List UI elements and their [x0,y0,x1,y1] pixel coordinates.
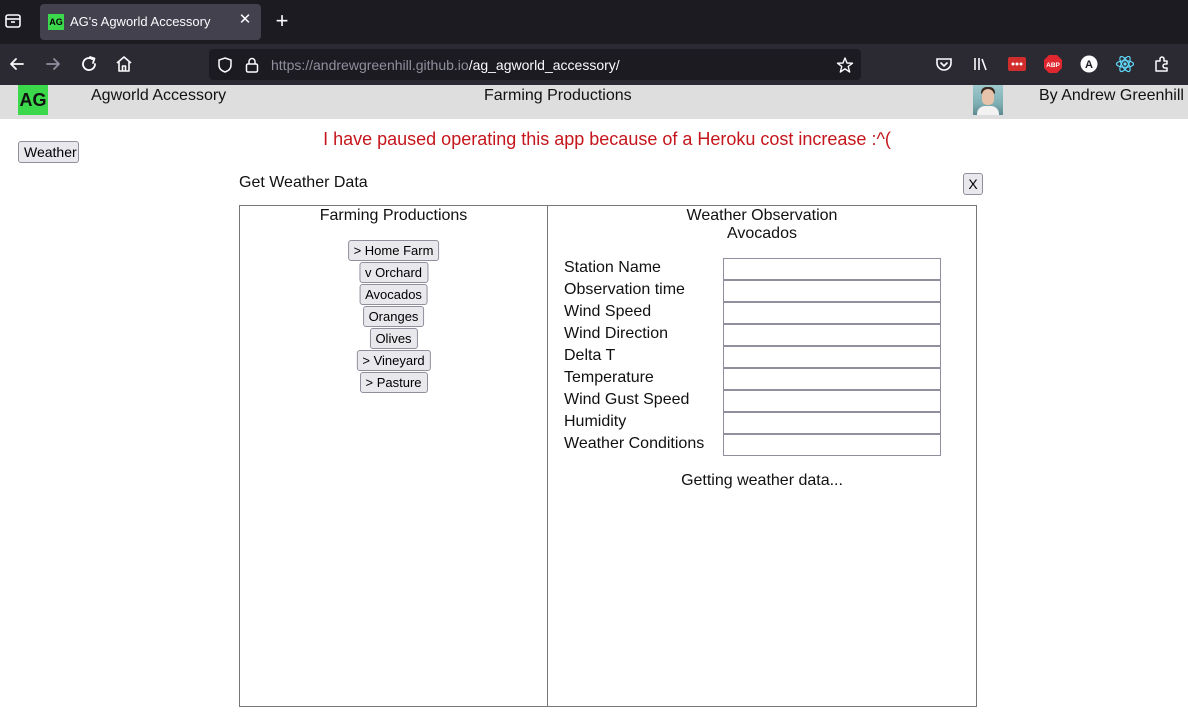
field-label-temperature: Temperature [564,369,654,386]
farm-item-orchard[interactable]: v Orchard [358,262,429,283]
lock-icon[interactable] [243,56,261,74]
dialog-title: Get Weather Data [239,174,368,191]
back-icon[interactable] [7,54,27,74]
farm-title: Farming Productions [484,87,632,104]
app-header: AG Agworld Accessory Farming Productions… [0,85,1188,119]
browser-tab-bar: AG AG's Agworld Accessory ✕ + [0,0,1188,44]
forward-icon[interactable] [43,54,63,74]
tab-list-icon[interactable] [4,12,22,30]
react-devtools-icon[interactable] [1115,54,1135,74]
farm-item-olives[interactable]: Olives [369,328,418,349]
lastpass-icon[interactable] [1007,54,1027,74]
tab-favicon-icon: AG [48,14,64,30]
avatar [973,85,1003,115]
field-label-wind-gust-speed: Wind Gust Speed [564,391,690,408]
wind-gust-speed-field[interactable] [723,390,941,412]
loading-status: Getting weather data... [681,472,843,489]
url-path: /ag_agworld_accessory/ [468,57,620,73]
field-label-delta-t: Delta T [564,347,616,364]
app-logo: AG [18,85,48,115]
station-name-field[interactable] [723,258,941,280]
field-label-observation-time: Observation time [564,281,685,298]
adblock-plus-icon[interactable]: ABP [1043,54,1063,74]
humidity-field[interactable] [723,412,941,434]
farm-item-pasture[interactable]: > Pasture [359,372,428,393]
weather-conditions-field[interactable] [723,434,941,456]
farm-item-avocados[interactable]: Avocados [359,284,428,305]
avatar-face [982,89,994,105]
avatar-body [977,106,999,115]
tab-close-icon[interactable]: ✕ [237,12,253,28]
library-icon[interactable] [971,54,991,74]
delta-t-field[interactable] [723,346,941,368]
farm-item-home-farm[interactable]: > Home Farm [347,240,440,261]
weather-panel: Weather Observation Avocados Station Nam… [547,205,977,707]
weather-panel-subheading: Avocados [727,225,797,242]
wind-direction-field[interactable] [723,324,941,346]
account-icon[interactable]: A [1079,54,1099,74]
home-icon[interactable] [114,54,134,74]
url-bar[interactable]: https://andrewgreenhill.github.io/ag_agw… [209,49,861,80]
tab-title: AG's Agworld Accessory [70,14,211,29]
weather-panel-heading: Weather Observation [686,207,838,224]
url-text[interactable]: https://andrewgreenhill.github.io/ag_agw… [271,57,620,73]
browser-tab[interactable]: AG AG's Agworld Accessory ✕ [40,4,261,40]
app-title: Agworld Accessory [91,87,227,104]
field-label-humidity: Humidity [564,413,627,430]
temperature-field[interactable] [723,368,941,390]
author-credit: By Andrew Greenhill [1039,87,1184,104]
wind-speed-field[interactable] [723,302,941,324]
field-label-wind-speed: Wind Speed [564,303,652,320]
farm-item-vineyard[interactable]: > Vineyard [356,350,431,371]
pocket-icon[interactable] [934,54,954,74]
field-label-weather-conditions: Weather Conditions [564,435,705,452]
close-button[interactable]: X [963,173,983,195]
farm-item-oranges[interactable]: Oranges [362,306,425,327]
browser-nav-bar: https://andrewgreenhill.github.io/ag_agw… [0,44,1188,85]
field-label-wind-direction: Wind Direction [564,325,669,342]
pause-notice: I have paused operating this app because… [323,129,891,149]
reload-icon[interactable] [79,54,99,74]
farm-panel: Farming Productions > Home Farm v Orchar… [239,205,548,707]
shield-icon[interactable] [216,56,234,74]
web-page: AG Agworld Accessory Farming Productions… [0,85,1188,715]
farm-panel-heading: Farming Productions [319,207,468,224]
adblock-label: ABP [1046,62,1060,69]
star-icon[interactable] [836,56,854,74]
extensions-icon[interactable] [1152,54,1172,74]
new-tab-icon[interactable]: + [272,10,292,32]
field-label-station-name: Station Name [564,259,661,276]
account-label: A [1085,59,1093,71]
weather-button[interactable]: Weather [18,141,79,163]
url-host: https://andrewgreenhill.github.io [271,57,469,73]
observation-time-field[interactable] [723,280,941,302]
